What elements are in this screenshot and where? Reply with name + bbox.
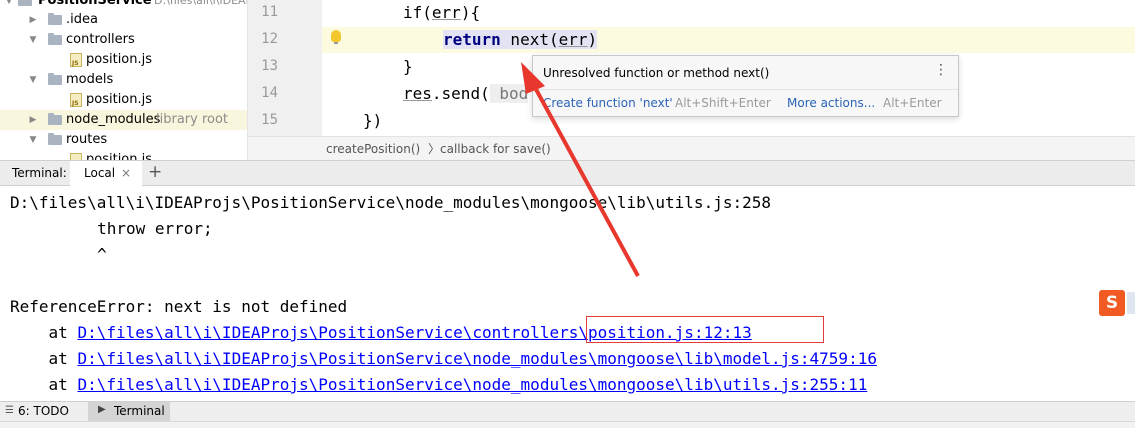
annotation-arrow <box>521 62 640 277</box>
tool-window-bar: ☰ 6: TODO ▶ Terminal <box>0 401 1135 422</box>
arrow-shaft <box>530 81 640 277</box>
arrow-head <box>521 62 545 94</box>
terminal-button[interactable]: ▶ Terminal <box>88 402 170 422</box>
list-icon: ☰ <box>5 405 14 416</box>
terminal-button-label: Terminal <box>114 404 165 418</box>
todo-button[interactable]: 6: TODO <box>18 404 69 418</box>
terminal-icon: ▶ <box>98 404 106 415</box>
